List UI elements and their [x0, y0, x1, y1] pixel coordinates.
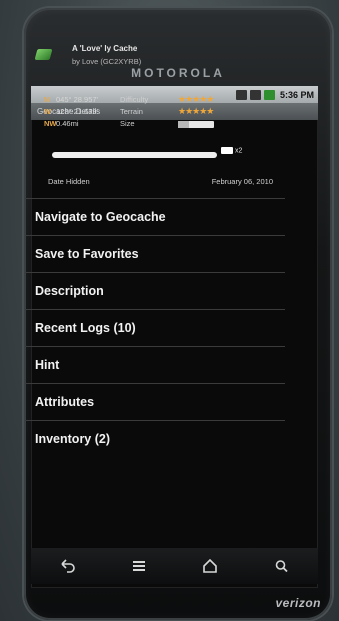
compass-label: x2 — [235, 147, 243, 155]
size-indicator — [178, 121, 214, 128]
carrier-logo: verizon — [275, 596, 321, 610]
direction-label: NW — [44, 119, 57, 128]
compass-multiplier: x2 — [221, 147, 242, 154]
stat-row-size: NW 0.46mi Size — [44, 119, 274, 131]
difficulty-rating: ★★★★★ — [178, 94, 214, 105]
menu-item-hint[interactable]: Hint — [25, 346, 285, 383]
coordinate: 123° 21.679' — [56, 107, 98, 116]
direction-label: W — [44, 107, 52, 116]
back-icon[interactable] — [47, 551, 87, 581]
android-nav-bar — [31, 548, 318, 584]
date-hidden-label: Date Hidden — [48, 177, 90, 186]
distance: 0.46mi — [56, 119, 79, 128]
stat-row-terrain: W 123° 21.679' Terrain ★★★★★ — [44, 106, 274, 119]
action-menu: Navigate to Geocache Save to Favorites D… — [25, 198, 285, 457]
stat-label: Terrain — [120, 107, 143, 116]
geocache-icon — [34, 49, 53, 60]
menu-item-description[interactable]: Description — [25, 272, 285, 309]
search-icon[interactable] — [262, 551, 302, 581]
star-icons: ★★★★★ — [178, 106, 214, 116]
stat-row-difficulty: N 045° 28.957' Difficulty ★★★★★ — [44, 94, 274, 107]
home-icon[interactable] — [190, 551, 230, 581]
menu-item-save-favorites[interactable]: Save to Favorites — [25, 235, 285, 272]
cache-header: A 'Love' ly Cache by Love (GC2XYRB) — [34, 44, 276, 76]
coordinate: 045° 28.957' — [56, 95, 98, 104]
star-icons: ★★★★★ — [178, 94, 214, 104]
cache-stats: N 045° 28.957' Difficulty ★★★★★ W 123° 2… — [44, 94, 274, 131]
menu-item-recent-logs[interactable]: Recent Logs (10) — [25, 309, 285, 346]
cache-owner: by Love (GC2XYRB) — [72, 57, 142, 66]
menu-item-attributes[interactable]: Attributes — [25, 383, 285, 420]
menu-icon[interactable] — [119, 551, 159, 581]
menu-item-inventory[interactable]: Inventory (2) — [25, 420, 285, 457]
date-hidden-value: February 06, 2010 — [211, 177, 273, 186]
size-fill — [178, 121, 189, 128]
status-time: 5:36 PM — [279, 89, 314, 100]
terrain-rating: ★★★★★ — [178, 106, 214, 117]
cache-name: A 'Love' ly Cache — [72, 44, 138, 53]
compass-bar — [52, 152, 217, 158]
date-hidden-row: Date Hidden February 06, 2010 — [48, 177, 273, 189]
direction-label: N — [44, 95, 50, 104]
menu-item-navigate[interactable]: Navigate to Geocache — [25, 198, 285, 235]
stat-label: Size — [120, 119, 135, 128]
compass-box-icon — [221, 147, 233, 154]
stat-label: Difficulty — [120, 95, 149, 104]
